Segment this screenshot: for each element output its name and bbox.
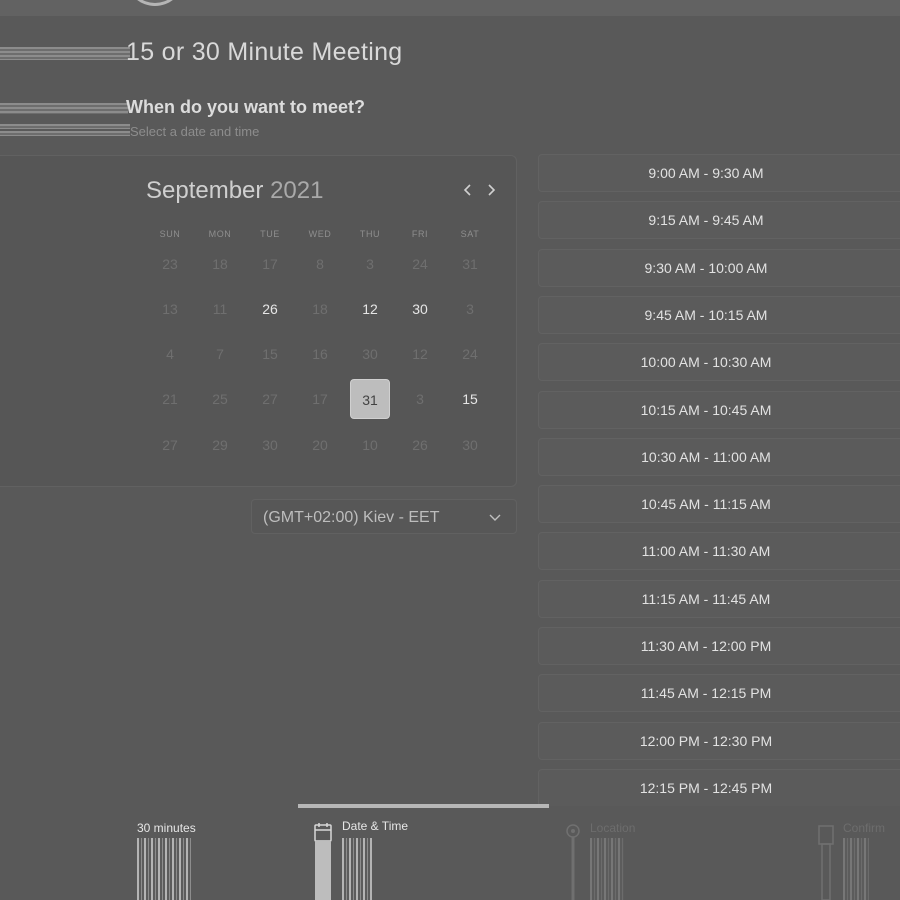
step-duration-label: 30 minutes	[137, 821, 196, 835]
calendar-day-unavailable: 16	[312, 346, 328, 362]
time-slot-button[interactable]: 11:15 AM - 11:45 AM	[538, 580, 900, 618]
calendar-day-unavailable: 24	[412, 256, 428, 272]
calendar-day-unavailable: 17	[312, 391, 328, 407]
redacted-block	[0, 103, 128, 114]
calendar-day-unavailable: 30	[462, 437, 478, 453]
time-slot-button[interactable]: 9:00 AM - 9:30 AM	[538, 154, 900, 192]
page-question: When do you want to meet?	[126, 97, 365, 117]
calendar-day-available[interactable]: 26	[250, 289, 290, 329]
redacted-block	[590, 838, 624, 900]
calendar-day-available[interactable]: 15	[450, 379, 490, 419]
redacted-block	[0, 124, 130, 129]
time-slot-button[interactable]: 10:00 AM - 10:30 AM	[538, 343, 900, 381]
calendar-day-unavailable: 31	[462, 256, 478, 272]
document-icon	[818, 825, 834, 900]
timezone-value: (GMT+02:00) Kiev - EET	[263, 509, 440, 526]
time-slot-button[interactable]: 12:00 PM - 12:30 PM	[538, 722, 900, 760]
weekday-label: SUN	[159, 229, 181, 239]
redacted-block	[843, 838, 869, 900]
avatar	[128, 0, 182, 6]
previous-month-button[interactable]	[462, 180, 474, 203]
redacted-block	[0, 47, 130, 60]
time-slot-button[interactable]: 9:15 AM - 9:45 AM	[538, 201, 900, 239]
meeting-title: 15 or 30 Minute Meeting	[126, 38, 403, 66]
calendar-day-unavailable: 3	[366, 256, 374, 272]
calendar-day-unavailable: 18	[212, 256, 228, 272]
calendar-day-unavailable: 4	[166, 346, 174, 362]
calendar-day-unavailable: 30	[362, 346, 378, 362]
calendar-day-unavailable: 29	[212, 437, 228, 453]
calendar-day-available[interactable]: 30	[400, 289, 440, 329]
step-confirm-label: Confirm	[843, 821, 886, 835]
time-slot-button[interactable]: 9:45 AM - 10:15 AM	[538, 296, 900, 334]
time-slot-button[interactable]: 12:15 PM - 12:45 PM	[538, 769, 900, 807]
calendar-day-unavailable: 25	[212, 391, 228, 407]
calendar-day-available[interactable]: 12	[350, 289, 390, 329]
calendar-day-unavailable: 7	[216, 346, 224, 362]
time-slot-button[interactable]: 10:30 AM - 11:00 AM	[538, 438, 900, 476]
next-month-button[interactable]	[485, 180, 497, 203]
weekday-label: WED	[308, 229, 332, 239]
step-date-time-label: Date & Time	[342, 819, 409, 833]
calendar-day-selected[interactable]: 31	[350, 379, 390, 419]
calendar-day-unavailable: 23	[162, 256, 178, 272]
redacted-block	[137, 838, 191, 900]
calendar-day-unavailable: 13	[162, 301, 178, 317]
calendar-day-unavailable: 3	[416, 391, 424, 407]
weekday-label: MON	[208, 229, 232, 239]
calendar-day-unavailable: 10	[362, 437, 378, 453]
calendar-day-unavailable: 8	[316, 256, 324, 272]
calendar-day-unavailable: 27	[162, 437, 178, 453]
time-slot-button[interactable]: 10:45 AM - 11:15 AM	[538, 485, 900, 523]
calendar-day-unavailable: 24	[462, 346, 478, 362]
calendar-day-unavailable: 30	[262, 437, 278, 453]
timezone-select[interactable]: (GMT+02:00) Kiev - EET	[251, 499, 517, 534]
calendar-day-unavailable: 26	[412, 437, 428, 453]
weekday-label: THU	[359, 229, 381, 239]
time-slot-button[interactable]: 11:30 AM - 12:00 PM	[538, 627, 900, 665]
weekday-label: FRI	[411, 229, 429, 239]
progress-steps	[0, 806, 900, 900]
time-slot-button[interactable]: 11:00 AM - 11:30 AM	[538, 532, 900, 570]
calendar-day-unavailable: 21	[162, 391, 178, 407]
time-slot-button[interactable]: 9:30 AM - 10:00 AM	[538, 249, 900, 287]
calendar-day-unavailable: 20	[312, 437, 328, 453]
weekday-label: SAT	[460, 229, 480, 239]
chevron-right-icon	[488, 184, 496, 196]
redacted-block	[342, 838, 372, 900]
chevron-down-icon	[488, 500, 502, 548]
redacted-block	[0, 131, 130, 136]
location-pin-icon	[566, 824, 580, 900]
calendar-day-unavailable: 18	[312, 301, 328, 317]
calendar-day-unavailable: 3	[466, 301, 474, 317]
progress-indicator	[298, 804, 549, 808]
top-bar	[0, 0, 900, 16]
calendar-day-unavailable: 11	[212, 301, 228, 317]
step-location-label: Location	[590, 821, 636, 835]
calendar-day-unavailable: 15	[262, 346, 278, 362]
calendar-day-unavailable: 27	[262, 391, 278, 407]
calendar-icon	[314, 823, 332, 900]
calendar-day-unavailable: 17	[262, 256, 278, 272]
time-slot-button[interactable]: 10:15 AM - 10:45 AM	[538, 391, 900, 429]
calendar-month-label: September 2021	[146, 177, 323, 205]
page-subtitle: Select a date and time	[130, 124, 260, 139]
chevron-left-icon	[463, 184, 471, 196]
calendar-day-unavailable: 12	[412, 346, 428, 362]
weekday-label: TUE	[260, 229, 280, 239]
month-name: September	[146, 177, 264, 204]
year-label: 2021	[270, 177, 324, 204]
time-slot-button[interactable]: 11:45 AM - 12:15 PM	[538, 674, 900, 712]
